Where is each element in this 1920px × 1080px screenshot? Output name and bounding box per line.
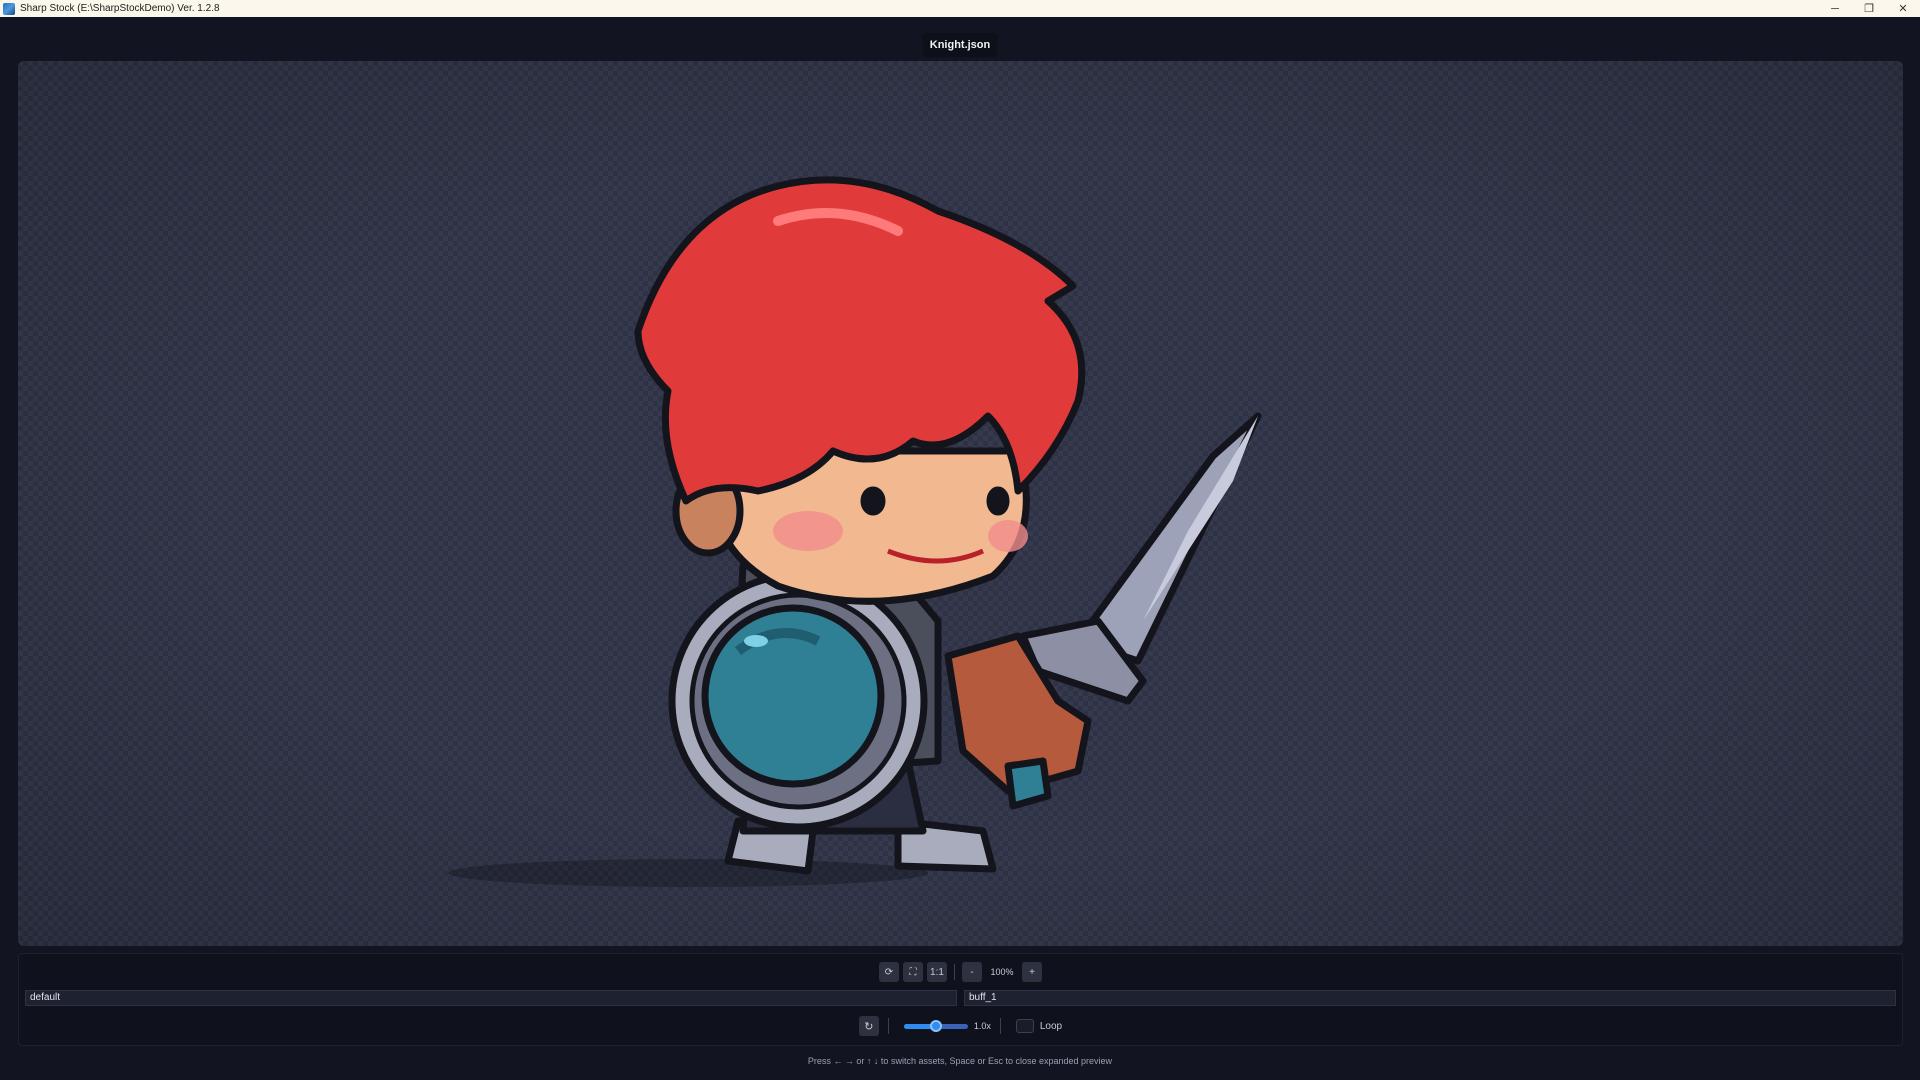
- fit-view-button[interactable]: ⛶: [903, 962, 923, 982]
- zoom-level: 100%: [990, 967, 1014, 977]
- window-title: Sharp Stock (E:\SharpStockDemo) Ver. 1.2…: [20, 3, 220, 14]
- actual-size-button[interactable]: 1:1: [927, 962, 947, 982]
- playback-controls: ↻ 1.0x Loop: [19, 1014, 1902, 1038]
- restore-button[interactable]: ❐: [1852, 0, 1886, 17]
- refresh-icon: ⟳: [884, 966, 894, 978]
- title-bar: Sharp Stock (E:\SharpStockDemo) Ver. 1.2…: [0, 0, 1920, 17]
- playback-divider-2: [999, 1018, 1001, 1034]
- knight-character-image: [448, 176, 1262, 887]
- zoom-in-button[interactable]: +: [1022, 962, 1042, 982]
- reset-view-button[interactable]: ⟳: [879, 962, 899, 982]
- replay-button[interactable]: ↻: [858, 1016, 879, 1036]
- speed-slider-thumb[interactable]: [929, 1020, 942, 1032]
- view-toolbar: ⟳ ⛶ 1:1 - 100% +: [19, 961, 1902, 983]
- zoom-out-button[interactable]: -: [962, 962, 982, 982]
- app-icon: [3, 2, 15, 15]
- speed-value: 1.0x: [973, 1021, 991, 1031]
- playback-divider: [887, 1018, 889, 1034]
- skin-select[interactable]: default: [25, 990, 957, 1006]
- close-button[interactable]: ✕: [1886, 0, 1920, 17]
- animation-select[interactable]: buff_1: [964, 990, 1896, 1006]
- speed-slider[interactable]: [903, 1020, 968, 1032]
- replay-icon: ↻: [864, 1020, 874, 1033]
- loop-label: Loop: [1039, 1020, 1063, 1032]
- loop-checkbox[interactable]: [1015, 1019, 1034, 1033]
- toolbar-divider: [954, 964, 955, 980]
- preview-viewport[interactable]: [18, 61, 1903, 946]
- keyboard-hint: Press ← → or ↑ ↓ to switch assets, Space…: [807, 1056, 1113, 1066]
- bottom-control-panel: ⟳ ⛶ 1:1 - 100% + default buff_1 ↻ 1.0x L…: [18, 953, 1903, 1046]
- window-controls: ─ ❐ ✕: [1818, 0, 1920, 17]
- fit-icon: ⛶: [909, 966, 917, 978]
- file-name-tab: Knight.json: [923, 33, 997, 57]
- minimize-button[interactable]: ─: [1818, 0, 1852, 17]
